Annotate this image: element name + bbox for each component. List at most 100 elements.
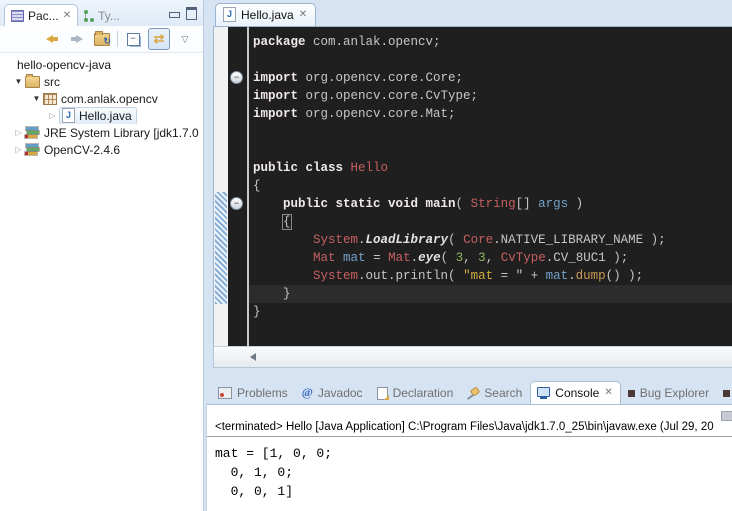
- code-token: [253, 251, 313, 265]
- close-icon[interactable]: ✕: [299, 10, 307, 20]
- horizontal-scrollbar[interactable]: [213, 346, 732, 368]
- code-line: public static void main( String[] args ): [249, 195, 732, 213]
- collapse-all-button[interactable]: −: [123, 29, 143, 49]
- editor-tabbar: J Hello.java ✕: [213, 2, 732, 26]
- console-tab-label: Bug Explorer: [640, 386, 709, 400]
- console-output-line: mat = [1, 0, 0;: [215, 444, 732, 463]
- code-token: .NATIVE_LIBRARY_NAME );: [493, 233, 666, 247]
- forward-button[interactable]: [67, 29, 87, 49]
- console-view-tab-bug-explorer[interactable]: Bug Explorer: [622, 382, 716, 404]
- code-token: [253, 215, 283, 229]
- console-view-tab-console[interactable]: Console ✕: [530, 381, 620, 404]
- minimize-icon[interactable]: [169, 12, 180, 18]
- code-editor[interactable]: package com.anlak.opencv; import org.ope…: [249, 33, 732, 321]
- code-token: CvType: [501, 251, 546, 265]
- up-button[interactable]: [92, 29, 112, 49]
- tree-item-com-anlak-opencv[interactable]: ▼com.anlak.opencv: [0, 90, 203, 107]
- method-range-indicator: [215, 192, 227, 304]
- fold-collapse-icon[interactable]: −: [230, 197, 243, 210]
- code-token: public class: [253, 161, 351, 175]
- link-with-editor-button[interactable]: ⇄: [148, 28, 170, 50]
- code-token: package: [253, 35, 306, 49]
- console-view-tab-problems[interactable]: Problems: [212, 382, 295, 404]
- code-line: {: [249, 177, 732, 195]
- package-explorer-panel: Pac...✕ Ty... −⇄ ▽ hello-opencv-java▼src▼c…: [0, 0, 204, 511]
- code-token: Core: [463, 233, 493, 247]
- expand-arrow[interactable]: ▷: [46, 111, 59, 120]
- code-line: import org.opencv.core.Mat;: [249, 105, 732, 123]
- back-button[interactable]: [42, 29, 62, 49]
- tree-item-opencv-2-4-6[interactable]: ▷ OpenCV-2.4.6: [0, 141, 203, 158]
- code-line: import org.opencv.core.Core;: [249, 69, 732, 87]
- code-token: .: [358, 233, 366, 247]
- code-line: }: [249, 285, 732, 303]
- code-token: =: [366, 251, 389, 265]
- code-token: .out.println(: [358, 269, 463, 283]
- scroll-left-arrow[interactable]: [250, 353, 256, 361]
- console-body: <terminated> Hello [Java Application] C:…: [206, 404, 732, 511]
- package-icon: [43, 93, 57, 105]
- code-token: }: [253, 305, 261, 319]
- tree-item-src[interactable]: ▼src: [0, 73, 203, 90]
- annotation-ruler[interactable]: [214, 27, 228, 347]
- close-icon[interactable]: ✕: [63, 11, 71, 21]
- close-icon[interactable]: ✕: [604, 388, 612, 398]
- console-tabbar: Problems @JavadocDeclaration Search Console…: [206, 378, 732, 404]
- console-tab-label: Console: [555, 386, 599, 400]
- code-token: dump: [576, 269, 606, 283]
- view-tab-ty[interactable]: Ty...: [78, 5, 126, 26]
- fold-collapse-icon[interactable]: −: [230, 71, 243, 84]
- tree-item-hello-opencv-java[interactable]: hello-opencv-java: [0, 56, 203, 73]
- code-line: public class Hello: [249, 159, 732, 177]
- expand-arrow[interactable]: ▷: [12, 145, 25, 154]
- editor-tab-hello-java[interactable]: J Hello.java ✕: [215, 3, 316, 26]
- console-process-title: <terminated> Hello [Java Application] C:…: [207, 421, 732, 437]
- code-token: Hello: [351, 161, 389, 175]
- code-token: args: [538, 197, 568, 211]
- code-token: [253, 269, 313, 283]
- console-view-tab-declaration[interactable]: Declaration: [371, 382, 461, 404]
- console-tab-label: Problems: [237, 386, 288, 400]
- code-line: package com.anlak.opencv;: [249, 33, 732, 51]
- expand-arrow[interactable]: ▼: [30, 94, 43, 103]
- code-token: System: [313, 233, 358, 247]
- editor-tab-label: Hello.java: [241, 8, 294, 22]
- code-token: }: [253, 287, 291, 301]
- code-line: [249, 123, 732, 141]
- editor-panel: J Hello.java ✕ − − package com.anlak.ope…: [213, 2, 732, 368]
- console-view-tab-javadoc[interactable]: @Javadoc: [296, 381, 370, 404]
- type-hierarchy-icon: [84, 10, 94, 22]
- console-tab-label: Search: [484, 386, 522, 400]
- code-line: {: [249, 213, 732, 231]
- package-folder-icon: [25, 76, 40, 88]
- tree-item-hello-java[interactable]: ▷JHello.java: [0, 107, 203, 124]
- code-token: LoadLibrary: [366, 233, 449, 247]
- expand-arrow[interactable]: ▼: [12, 77, 25, 86]
- view-tab-label: Ty...: [98, 9, 120, 23]
- code-line: System.out.println( "mat = " + mat.dump(…: [249, 267, 732, 285]
- code-token: mat: [546, 269, 569, 283]
- back-icon: [46, 35, 58, 43]
- code-token: org.opencv.core.CvType;: [298, 89, 478, 103]
- expand-arrow[interactable]: ▷: [12, 128, 25, 137]
- tree-item-label: OpenCV-2.4.6: [44, 143, 120, 157]
- tree-item-jre-system-library-jdk1-7-0[interactable]: ▷ JRE System Library [jdk1.7.0: [0, 124, 203, 141]
- console-toolbar-clipped-icon[interactable]: [721, 411, 732, 421]
- up-icon: [94, 33, 110, 46]
- eclipse-window: { "colors": { "editor_background": "#1f1…: [0, 0, 732, 511]
- bug-icon: [723, 390, 730, 397]
- console-output[interactable]: mat = [1, 0, 0; 0, 1, 0; 0, 0, 1]: [207, 437, 732, 501]
- code-token: {: [253, 179, 261, 193]
- code-token: () );: [606, 269, 644, 283]
- code-token: (: [456, 197, 471, 211]
- console-output-line: 0, 0, 1]: [215, 482, 732, 501]
- code-token: mat: [343, 251, 366, 265]
- console-view-tab-bug[interactable]: Bug: [717, 382, 732, 404]
- view-menu-button[interactable]: ▽: [175, 29, 195, 49]
- library-icon: [25, 144, 40, 156]
- maximize-icon[interactable]: [186, 7, 197, 20]
- view-menu-icon: ▽: [182, 34, 189, 45]
- console-view-tab-search[interactable]: Search: [461, 382, 529, 404]
- tree-item-label: JRE System Library [jdk1.7.0: [44, 126, 199, 140]
- view-tab-pac[interactable]: Pac...✕: [4, 4, 78, 26]
